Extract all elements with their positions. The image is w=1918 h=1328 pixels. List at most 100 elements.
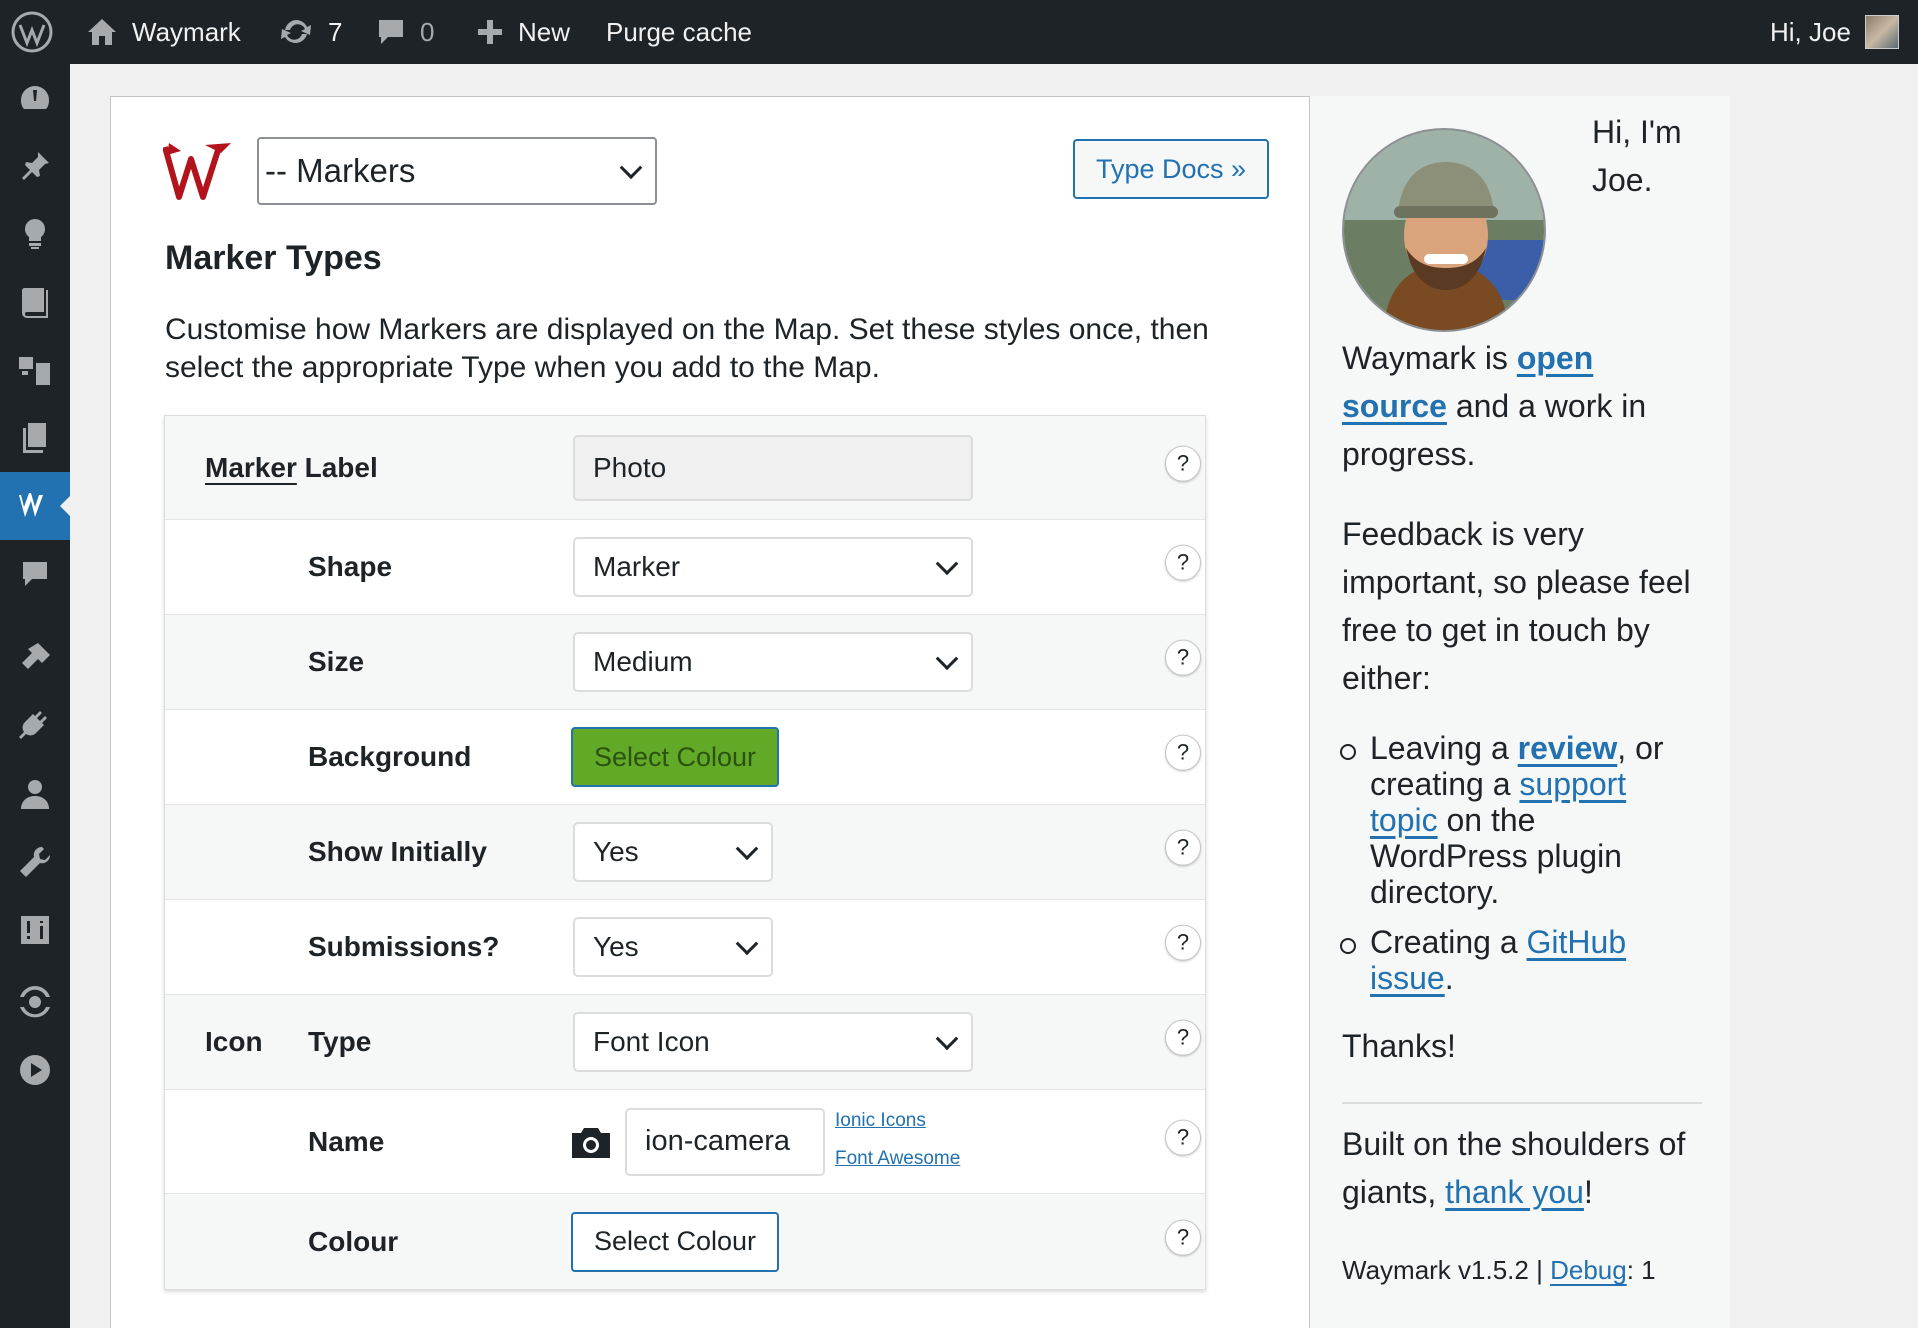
pin-icon (22, 152, 49, 180)
open-source-link[interactable]: open (1517, 340, 1593, 376)
updates-count: 7 (328, 16, 343, 47)
menu-settings[interactable] (0, 896, 70, 964)
menu-users[interactable] (0, 760, 70, 828)
field-row-shape: Shape Marker ? (165, 520, 1205, 615)
help-icon[interactable]: ? (1165, 445, 1201, 482)
wrench-icon (20, 846, 51, 877)
preset-select[interactable]: -- Markers (257, 137, 657, 205)
chevron-down-icon (735, 932, 759, 956)
github-link-2[interactable]: issue (1370, 960, 1445, 996)
icon-name-label: Name (308, 1125, 385, 1157)
wordpress-logo-icon[interactable] (10, 0, 54, 64)
chevron-down-icon (935, 552, 959, 576)
thanks-text: Thanks! (1342, 1028, 1456, 1064)
admin-bar: Waymark 7 0 New Purge cache Hi, Joe (0, 0, 1918, 64)
debug-link[interactable]: Debug (1550, 1255, 1627, 1285)
help-icon[interactable]: ? (1165, 924, 1201, 961)
user-icon (21, 780, 49, 809)
open-source-line-1: Waymark is open (1342, 340, 1594, 376)
list-item-github: Creating a GitHub issue. (1340, 924, 1710, 996)
menu-appearance[interactable] (0, 624, 70, 692)
new-label: New (518, 16, 571, 47)
github-link[interactable]: GitHub (1527, 924, 1627, 960)
shape-label: Shape (308, 551, 393, 582)
field-row-icon-colour: Colour Select Colour ? (165, 1194, 1205, 1289)
brush-icon (22, 643, 50, 669)
account-avatar (1864, 15, 1899, 49)
feedback-line-2: important, so please feel (1342, 564, 1691, 600)
menu-media[interactable] (0, 336, 70, 404)
label-input[interactable]: Photo (573, 434, 973, 501)
menu-dashboard[interactable] (0, 64, 70, 132)
shape-select[interactable]: Marker (573, 537, 973, 597)
admin-sidebar (0, 64, 70, 1328)
submissions-label: Submissions? (308, 931, 500, 962)
icon-name-input[interactable]: ion-camera (625, 1107, 825, 1176)
support-link[interactable]: support (1519, 766, 1626, 802)
site-name: Waymark (132, 16, 241, 47)
help-icon[interactable]: ? (1165, 639, 1201, 676)
waymark-icon (19, 493, 43, 517)
chevron-down-icon (619, 156, 643, 180)
page-title: Marker Types (165, 239, 382, 277)
media-icon (19, 357, 50, 385)
field-row-background: Background Select Colour ? (165, 710, 1205, 805)
help-icon[interactable]: ? (1165, 1219, 1201, 1256)
submissions-select[interactable]: Yes (573, 917, 773, 977)
background-colour-button[interactable]: Select Colour (571, 727, 779, 787)
comments-count: 0 (420, 16, 435, 47)
lightbulb-icon (25, 219, 45, 249)
shoulders-line-1: Built on the shoulders of (1342, 1126, 1686, 1162)
menu-pages[interactable] (0, 404, 70, 472)
menu-comments[interactable] (0, 540, 70, 608)
help-icon[interactable]: ? (1165, 829, 1201, 866)
icon-type-select[interactable]: Font Icon (573, 1012, 973, 1072)
chevron-down-icon (735, 837, 759, 861)
menu-plugins[interactable] (0, 692, 70, 760)
about-sidebar: Hi, I'm Joe. Waymark is open source and … (1310, 96, 1730, 1328)
menu-video[interactable] (0, 1036, 70, 1104)
icon-colour-label: Colour (308, 1225, 399, 1257)
font-awesome-link[interactable]: Font Awesome (835, 1148, 960, 1170)
size-label: Size (308, 646, 365, 677)
help-icon[interactable]: ? (1165, 734, 1201, 771)
waymark-logo-icon (162, 141, 235, 206)
menu-tools[interactable] (0, 828, 70, 896)
type-docs-button[interactable]: Type Docs » (1073, 139, 1269, 199)
book-icon (21, 288, 48, 318)
open-source-line-2: source and a work in (1342, 388, 1647, 424)
comment-icon (379, 20, 403, 44)
menu-ideas[interactable] (0, 200, 70, 268)
purge-cache-link[interactable]: Purge cache (606, 0, 752, 64)
marker-type-form: Marker Label Photo ? Shape Marker ? Size… (164, 415, 1206, 1290)
menu-sync[interactable] (0, 968, 70, 1036)
updates-link[interactable]: 7 (278, 0, 342, 64)
show-initially-select[interactable]: Yes (573, 822, 773, 882)
review-link[interactable]: review (1518, 730, 1618, 766)
site-name-link[interactable]: Waymark (86, 0, 241, 64)
support-link-2[interactable]: topic (1370, 802, 1438, 838)
account-menu[interactable]: Hi, Joe (1770, 0, 1899, 64)
purge-cache-label: Purge cache (606, 16, 752, 47)
comments-link[interactable]: 0 (376, 0, 434, 64)
menu-waymark[interactable] (0, 472, 70, 540)
icon-colour-button[interactable]: Select Colour (571, 1211, 779, 1272)
chevron-down-icon (935, 1027, 959, 1051)
new-content-link[interactable]: New (476, 0, 570, 64)
size-select[interactable]: Medium (573, 632, 973, 692)
open-source-link-2[interactable]: source (1342, 388, 1447, 424)
help-icon[interactable]: ? (1165, 1019, 1201, 1056)
help-icon[interactable]: ? (1165, 544, 1201, 581)
feedback-line-4: either: (1342, 660, 1431, 696)
help-icon[interactable]: ? (1165, 1119, 1201, 1156)
menu-books[interactable] (0, 268, 70, 336)
camera-icon (572, 1128, 610, 1158)
menu-posts[interactable] (0, 132, 70, 200)
ionic-icons-link[interactable]: Ionic Icons (835, 1110, 926, 1132)
thank-you-link[interactable]: thank you (1445, 1174, 1584, 1210)
home-icon (88, 19, 116, 45)
version-text: Waymark v1.5.2 | (1342, 1255, 1543, 1285)
field-row-size: Size Medium ? (165, 615, 1205, 710)
group-label-marker: Marker Label (205, 451, 378, 483)
chevron-down-icon (935, 647, 959, 671)
